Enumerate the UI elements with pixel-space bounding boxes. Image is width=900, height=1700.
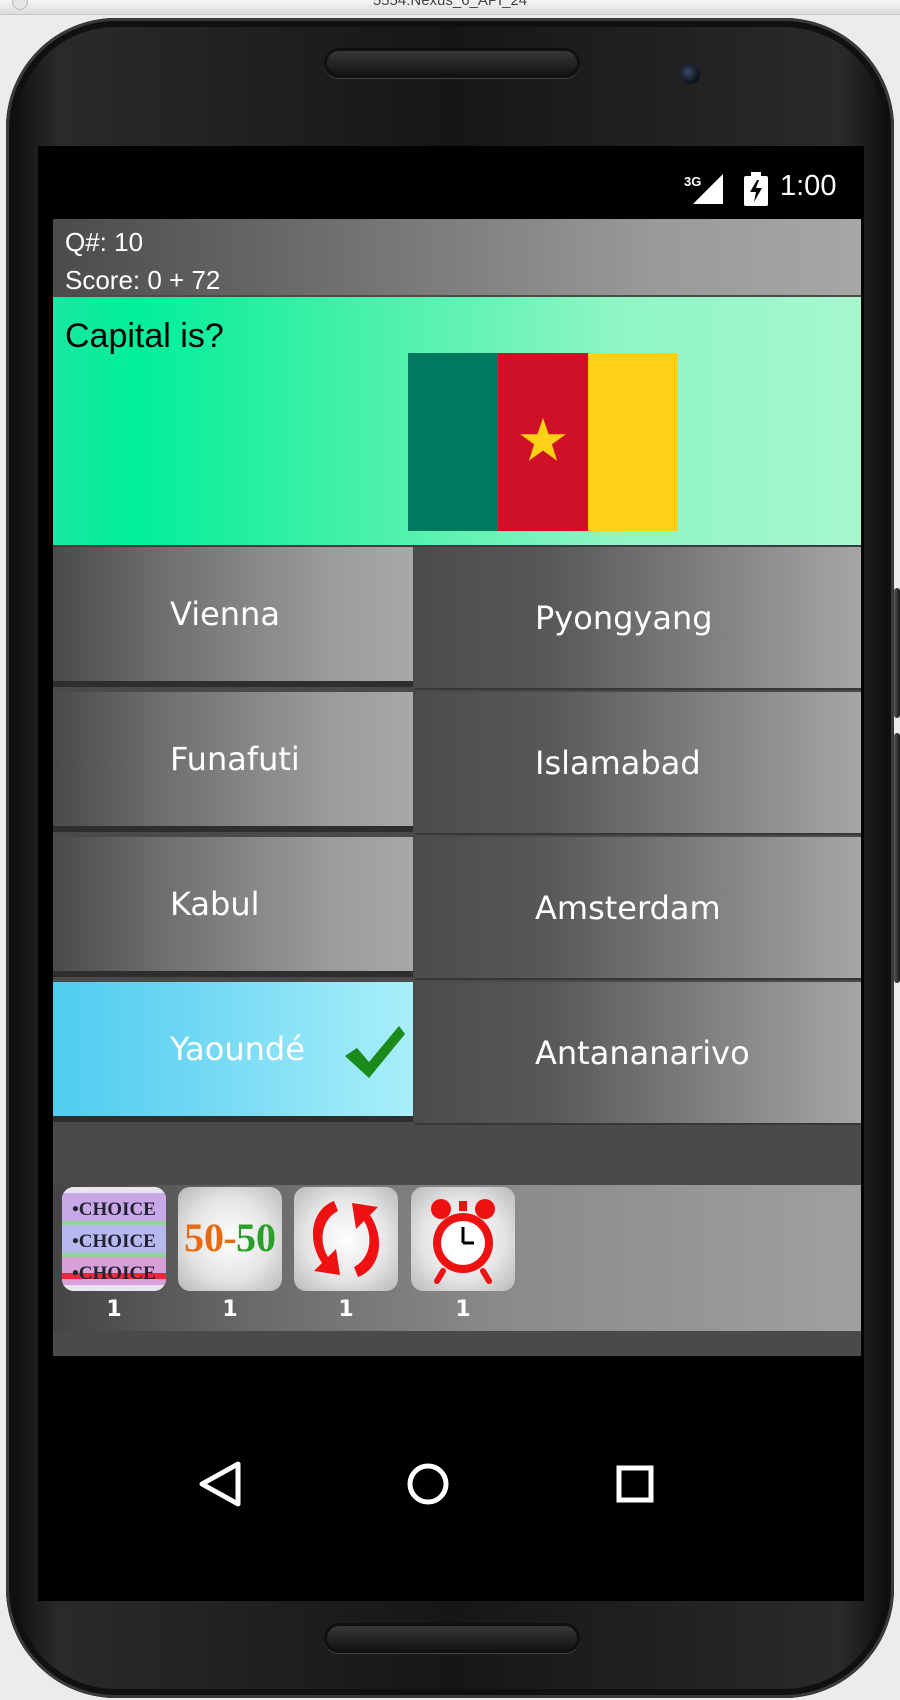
emulator-title-bar: 5554:Nexus_6_API_24 <box>0 0 900 15</box>
answer-button-amsterdam[interactable]: Amsterdam <box>415 837 861 980</box>
answer-button-islamabad[interactable]: Islamabad <box>415 692 861 835</box>
answer-grid: Vienna Pyongyang Funafuti Islamabad Kabu… <box>53 547 861 1127</box>
cameroon-flag-icon <box>408 353 678 531</box>
alarm-clock-icon <box>411 1187 515 1291</box>
power-button[interactable] <box>894 588 900 718</box>
choice-text-1: •CHOICE <box>72 1199 156 1220</box>
fifty-right-text: 50 <box>236 1215 276 1260</box>
answer-label: Kabul <box>170 885 260 923</box>
battery-charging-icon <box>744 172 768 206</box>
choice-text-2: •CHOICE <box>72 1231 156 1252</box>
lifeline-count: 1 <box>222 1297 238 1322</box>
home-circle-icon[interactable] <box>402 1458 454 1510</box>
answer-label: Amsterdam <box>535 888 721 927</box>
answer-button-pyongyang[interactable]: Pyongyang <box>415 547 861 690</box>
checkmark-icon <box>345 1026 405 1078</box>
lifelines-bar: •CHOICE •CHOICE •CHOICE 1 50 - 50 1 1 1 <box>53 1185 861 1331</box>
phone-frame: 3G 1:00 Q#: 10 Score: 0 + 72 Capital is? <box>6 18 900 1698</box>
multiple-choice-icon: •CHOICE •CHOICE •CHOICE <box>62 1187 166 1291</box>
answer-button-antananarivo[interactable]: Antananarivo <box>415 982 861 1125</box>
refresh-arrows-icon <box>294 1187 398 1291</box>
lifeline-extra-time[interactable]: 1 <box>410 1187 516 1322</box>
lifeline-count: 1 <box>338 1297 354 1322</box>
answer-button-funafuti[interactable]: Funafuti <box>53 692 413 832</box>
lifeline-fifty-fifty[interactable]: 50 - 50 1 <box>177 1187 283 1322</box>
lifeline-count: 1 <box>106 1297 122 1322</box>
front-camera <box>680 64 700 84</box>
fifty-dash-text: - <box>223 1215 236 1260</box>
lifeline-swap-question[interactable]: 1 <box>293 1187 399 1322</box>
top-speaker <box>324 48 580 78</box>
score-text: Score: 0 + 72 <box>65 265 221 295</box>
quiz-app: Q#: 10 Score: 0 + 72 Capital is? Vienna … <box>53 219 861 1369</box>
fifty-fifty-icon: 50 - 50 <box>178 1187 282 1291</box>
status-clock: 1:00 <box>780 170 837 202</box>
answer-label: Pyongyang <box>535 598 713 637</box>
question-text: Capital is? <box>65 317 224 355</box>
quiz-header: Q#: 10 Score: 0 + 72 <box>53 219 861 295</box>
device-screen: 3G 1:00 Q#: 10 Score: 0 + 72 Capital is? <box>38 146 864 1601</box>
back-triangle-icon[interactable] <box>194 1458 246 1510</box>
answer-label: Yaoundé <box>170 1030 305 1068</box>
status-bar: 3G 1:00 <box>38 164 864 212</box>
answer-label: Islamabad <box>535 743 701 782</box>
choice-text-3: •CHOICE <box>72 1263 156 1284</box>
answer-button-yaounde[interactable]: Yaoundé <box>53 982 413 1122</box>
answer-button-vienna[interactable]: Vienna <box>53 547 413 687</box>
answer-label: Vienna <box>170 595 280 633</box>
answer-label: Funafuti <box>170 740 300 778</box>
network-type-label: 3G <box>684 174 702 189</box>
bottom-speaker <box>324 1623 580 1653</box>
question-number: Q#: 10 <box>65 227 144 257</box>
navigation-bar <box>38 1356 864 1601</box>
answer-button-kabul[interactable]: Kabul <box>53 837 413 977</box>
recents-square-icon[interactable] <box>609 1458 661 1510</box>
answer-label: Antananarivo <box>535 1033 750 1072</box>
lifeline-multiple-choice[interactable]: •CHOICE •CHOICE •CHOICE 1 <box>61 1187 167 1322</box>
fifty-left-text: 50 <box>184 1215 224 1260</box>
volume-button[interactable] <box>894 733 900 983</box>
spacer-bar <box>53 1127 861 1185</box>
lifeline-count: 1 <box>455 1297 471 1322</box>
question-panel: Capital is? <box>53 297 861 547</box>
emulator-window-title: 5554:Nexus_6_API_24 <box>372 0 528 9</box>
